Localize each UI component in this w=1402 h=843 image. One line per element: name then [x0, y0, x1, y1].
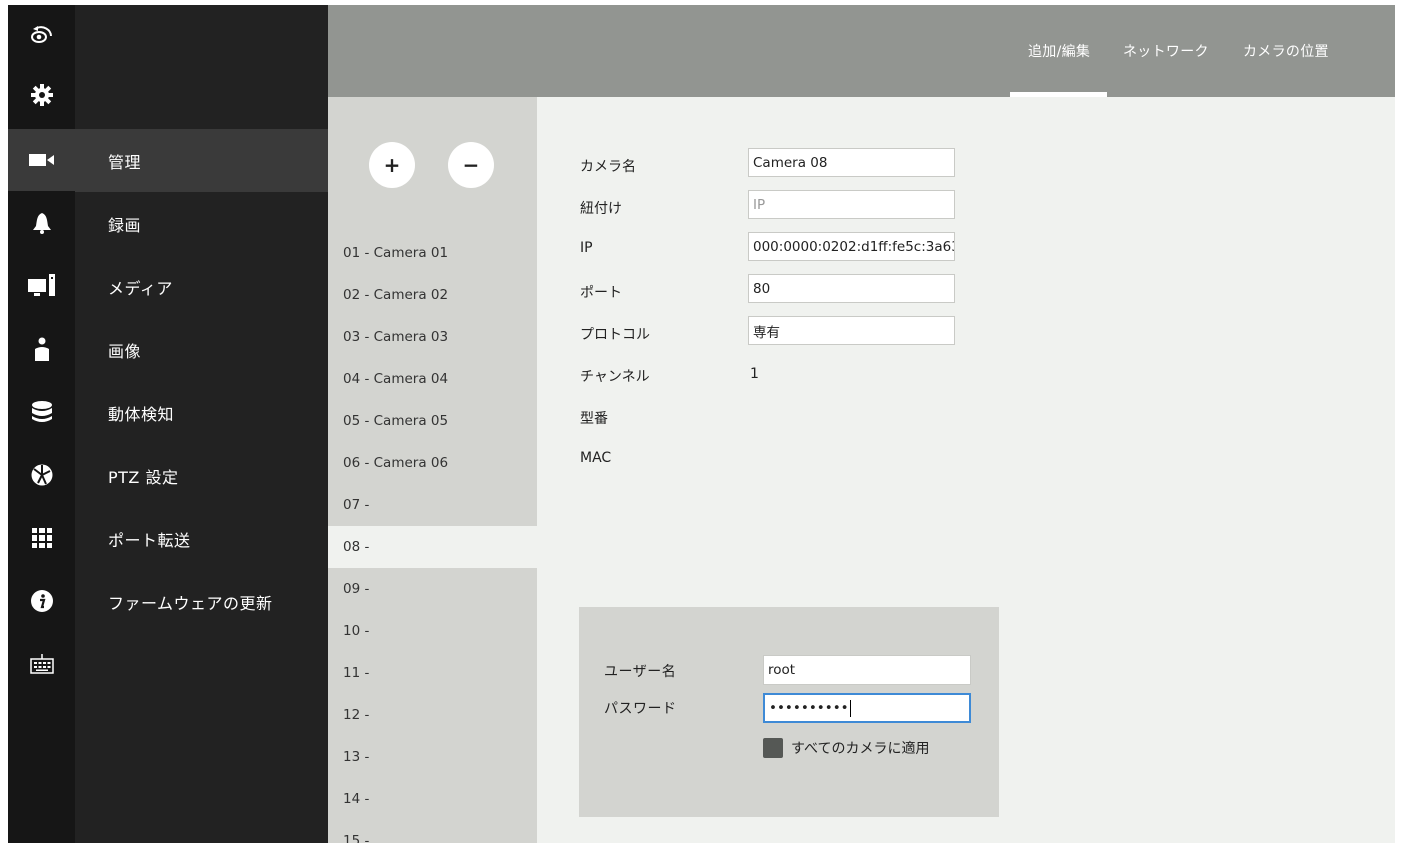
password-label: パスワード — [604, 701, 677, 717]
globe-icon[interactable] — [8, 455, 75, 495]
camera-list-item[interactable]: 11 - — [328, 652, 537, 694]
password-mask: •••••••••• — [769, 700, 849, 716]
binding-input[interactable]: IP — [748, 190, 955, 219]
camera-list-item[interactable]: 06 - Camera 06 — [328, 442, 537, 484]
port-input[interactable]: 80 — [748, 274, 955, 303]
camera-list-item-label: 14 - — [343, 791, 370, 807]
camera-settings-form: カメラ名 Camera 08 紐付け IP IP 000:0000:0202:d… — [537, 97, 1395, 843]
ip-input[interactable]: 000:0000:0202:d1ff:fe5c:3a63 — [748, 232, 955, 261]
channel-label: チャンネル — [580, 369, 650, 385]
camera-list-item[interactable]: 04 - Camera 04 — [328, 358, 537, 400]
nav-item-firmware-update[interactable]: ファームウェアの更新 — [75, 570, 328, 633]
port-label: ポート — [580, 285, 622, 301]
protocol-input[interactable]: 専有 — [748, 316, 955, 345]
camera-list-item-label: 09 - — [343, 581, 370, 597]
camera-icon[interactable] — [8, 129, 75, 191]
apply-all-label[interactable]: すべてのカメラに適用 — [791, 738, 929, 758]
grid-icon[interactable] — [8, 518, 75, 558]
model-label: 型番 — [580, 411, 608, 427]
username-input[interactable]: root — [763, 655, 971, 685]
nav-item-label: メディア — [108, 278, 173, 298]
nav-panel: 管理 録画 メディア 画像 動体検知 PTZ 設定 ポート転送 ファームウェアの… — [75, 5, 328, 843]
nav-item-port-forwarding[interactable]: ポート転送 — [75, 507, 328, 570]
username-label: ユーザー名 — [604, 664, 677, 680]
add-camera-button[interactable]: + — [369, 142, 415, 188]
camera-list-item-label: 11 - — [343, 665, 370, 681]
camera-list-item[interactable]: 09 - — [328, 568, 537, 610]
camera-list-item[interactable]: 10 - — [328, 610, 537, 652]
nav-item-ptz-settings[interactable]: PTZ 設定 — [75, 444, 328, 507]
camera-name-label: カメラ名 — [580, 159, 636, 175]
nav-item-image[interactable]: 画像 — [75, 318, 328, 381]
camera-list-item-label: 04 - Camera 04 — [343, 371, 449, 387]
monitor-icon[interactable] — [8, 266, 75, 306]
camera-list-item-label: 08 - — [343, 539, 370, 555]
remove-camera-button[interactable]: − — [448, 142, 494, 188]
camera-list-item[interactable]: 15 - — [328, 820, 537, 843]
settings-gear-icon[interactable] — [8, 75, 75, 115]
nav-item-recording[interactable]: 録画 — [75, 192, 328, 255]
logo-icon[interactable] — [8, 15, 75, 55]
nav-item-label: 画像 — [108, 341, 142, 361]
nav-item-label: PTZ 設定 — [108, 467, 179, 487]
tab-camera-location[interactable]: カメラの位置 — [1243, 41, 1329, 61]
database-icon[interactable] — [8, 392, 75, 432]
tab-network[interactable]: ネットワーク — [1123, 41, 1209, 61]
camera-list-panel: + − 01 - Camera 01 02 - Camera 02 03 - C… — [328, 97, 537, 843]
apply-all-checkbox[interactable] — [763, 738, 783, 758]
top-header: 追加/編集 ネットワーク カメラの位置 — [328, 5, 1395, 97]
nav-item-motion-detection[interactable]: 動体検知 — [75, 381, 328, 444]
nav-item-management[interactable]: 管理 — [75, 129, 328, 192]
mac-label: MAC — [580, 450, 612, 466]
camera-list-item[interactable]: 05 - Camera 05 — [328, 400, 537, 442]
camera-list-item[interactable]: 02 - Camera 02 — [328, 274, 537, 316]
camera-list-item-selected[interactable]: 08 - — [328, 526, 537, 568]
camera-list-item[interactable]: 07 - — [328, 484, 537, 526]
credentials-box: ユーザー名 root パスワード •••••••••• すべてのカメラに適用 — [579, 607, 999, 817]
icon-bar — [8, 5, 75, 843]
keyboard-icon[interactable] — [8, 644, 75, 684]
camera-list-item-label: 05 - Camera 05 — [343, 413, 449, 429]
person-icon[interactable] — [8, 329, 75, 369]
password-input[interactable]: •••••••••• — [763, 693, 971, 723]
camera-list-item-label: 07 - — [343, 497, 370, 513]
binding-label: 紐付け — [580, 201, 622, 217]
nav-item-label: ポート転送 — [108, 530, 191, 550]
camera-list-item[interactable]: 03 - Camera 03 — [328, 316, 537, 358]
bell-icon[interactable] — [8, 203, 75, 243]
camera-list-item-label: 13 - — [343, 749, 370, 765]
nvr-app-window: 管理 録画 メディア 画像 動体検知 PTZ 設定 ポート転送 ファームウェアの… — [8, 5, 1395, 843]
camera-list-item-label: 01 - Camera 01 — [343, 245, 449, 261]
camera-list-item-label: 12 - — [343, 707, 370, 723]
nav-item-label: ファームウェアの更新 — [108, 593, 273, 613]
info-icon[interactable] — [8, 581, 75, 621]
nav-item-media[interactable]: メディア — [75, 255, 328, 318]
camera-list-item-label: 03 - Camera 03 — [343, 329, 449, 345]
camera-list-item[interactable]: 14 - — [328, 778, 537, 820]
camera-list-item-label: 15 - — [343, 833, 370, 843]
ip-label: IP — [580, 240, 593, 256]
nav-item-label: 録画 — [108, 215, 142, 235]
camera-list-item[interactable]: 01 - Camera 01 — [328, 232, 537, 274]
protocol-label: プロトコル — [580, 327, 650, 343]
tab-add-edit[interactable]: 追加/編集 — [1028, 41, 1090, 61]
camera-list-item[interactable]: 12 - — [328, 694, 537, 736]
channel-value: 1 — [750, 366, 759, 382]
camera-name-input[interactable]: Camera 08 — [748, 148, 955, 177]
camera-list-item-label: 06 - Camera 06 — [343, 455, 449, 471]
camera-list-item[interactable]: 13 - — [328, 736, 537, 778]
camera-list-item-label: 02 - Camera 02 — [343, 287, 449, 303]
nav-item-label: 管理 — [108, 152, 142, 172]
camera-list-item-label: 10 - — [343, 623, 370, 639]
text-caret — [849, 699, 851, 717]
nav-item-label: 動体検知 — [108, 404, 175, 424]
